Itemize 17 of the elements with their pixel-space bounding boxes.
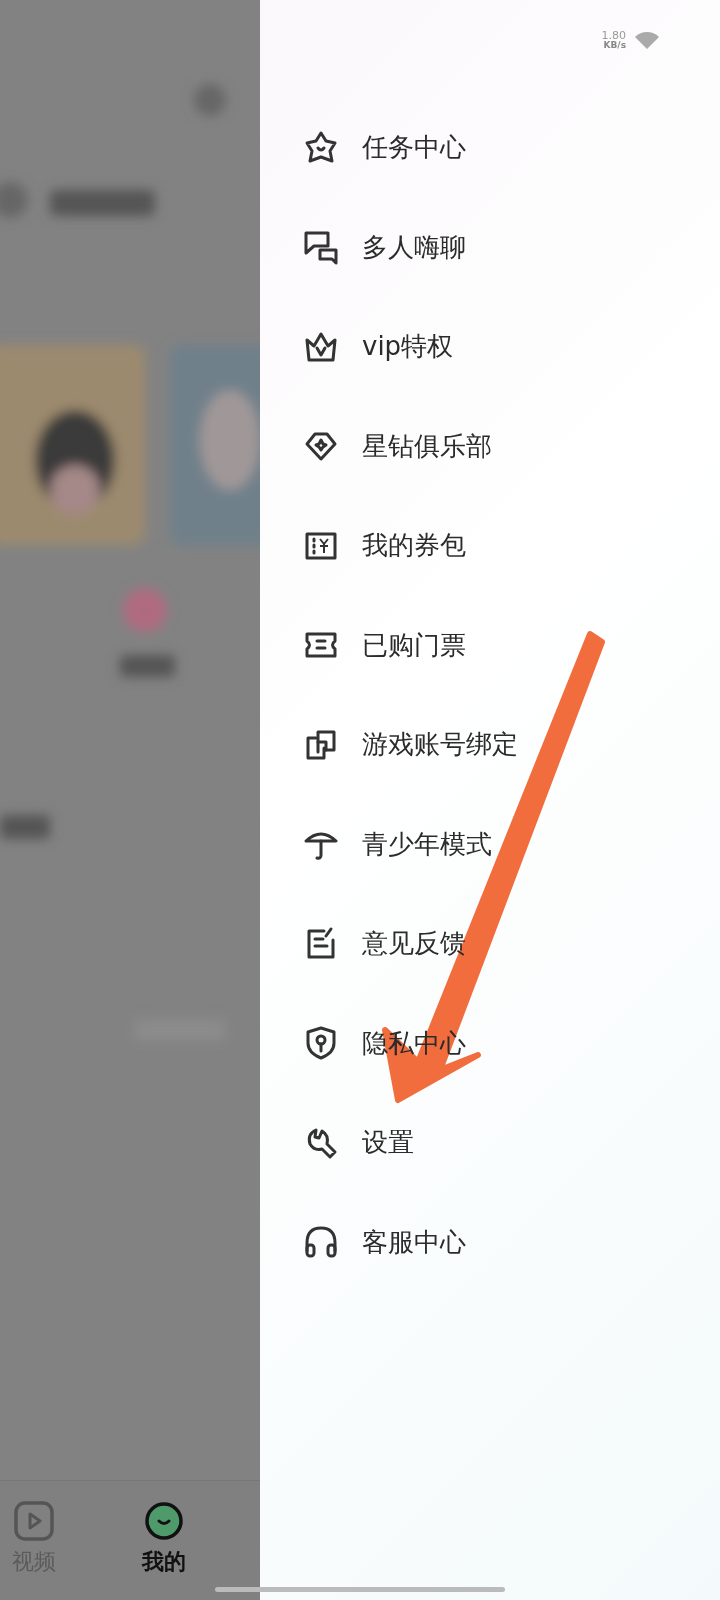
menu-item[interactable]: 我的券包 (260, 496, 720, 596)
network-speed: 1.80 (601, 30, 626, 41)
menu-item[interactable]: vip特权 (260, 297, 720, 397)
menu-item[interactable]: 设置 (260, 1093, 720, 1193)
menu-item[interactable]: 客服中心 (260, 1192, 720, 1292)
menu-item[interactable]: 多人嗨聊 (260, 197, 720, 297)
menu-item[interactable]: 已购门票 (260, 595, 720, 695)
speed-unit: KB/s (603, 41, 626, 50)
home-indicator[interactable] (215, 1587, 505, 1592)
menu-item[interactable]: 游戏账号绑定 (260, 695, 720, 795)
nav-tab[interactable]: 我的 (130, 1501, 198, 1600)
wifi-icon (634, 30, 660, 50)
menu-item[interactable]: 青少年模式 (260, 794, 720, 894)
smile-circle-icon (144, 1501, 184, 1541)
menu-item[interactable]: 星钻俱乐部 (260, 396, 720, 496)
menu-item[interactable]: 任务中心 (260, 98, 720, 198)
play-icon (14, 1501, 54, 1541)
